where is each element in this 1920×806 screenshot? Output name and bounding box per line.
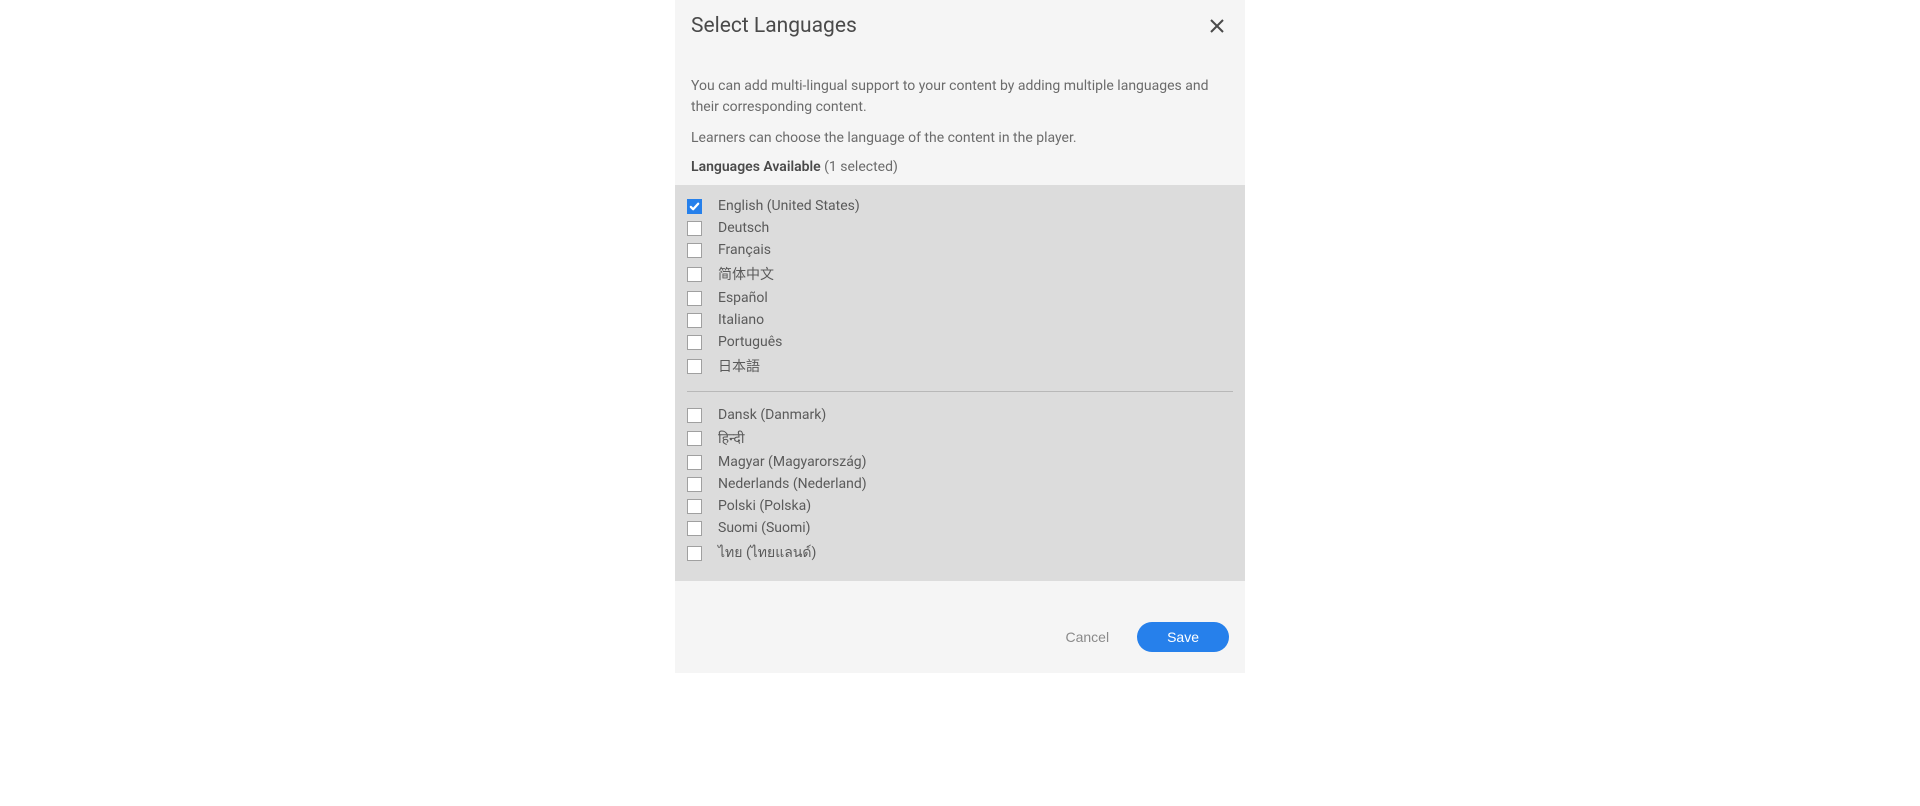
- language-item[interactable]: Polski (Polska): [687, 495, 1233, 517]
- language-label: हिन्दी: [718, 429, 744, 448]
- language-label: Italiano: [718, 312, 764, 328]
- language-checkbox[interactable]: [687, 499, 702, 514]
- language-checkbox[interactable]: [687, 291, 702, 306]
- language-item[interactable]: Nederlands (Nederland): [687, 473, 1233, 495]
- language-checkbox[interactable]: [687, 313, 702, 328]
- language-label: English (United States): [718, 198, 860, 214]
- modal-title: Select Languages: [691, 14, 857, 38]
- close-button[interactable]: [1205, 14, 1229, 38]
- language-checkbox[interactable]: [687, 546, 702, 561]
- language-label: Suomi (Suomi): [718, 520, 811, 536]
- language-checkbox[interactable]: [687, 199, 702, 214]
- language-label: Português: [718, 334, 782, 350]
- language-checkbox[interactable]: [687, 267, 702, 282]
- language-list: English (United States) Deutsch Français 简体…: [675, 185, 1245, 581]
- language-item[interactable]: Italiano: [687, 309, 1233, 331]
- language-checkbox[interactable]: [687, 431, 702, 446]
- language-checkbox[interactable]: [687, 243, 702, 258]
- language-item[interactable]: English (United States): [687, 195, 1233, 217]
- language-item[interactable]: Português: [687, 331, 1233, 353]
- language-item[interactable]: Suomi (Suomi): [687, 517, 1233, 539]
- modal-body: You can add multi-lingual support to you…: [675, 76, 1245, 581]
- language-checkbox[interactable]: [687, 408, 702, 423]
- language-label: Polski (Polska): [718, 498, 811, 514]
- language-checkbox[interactable]: [687, 455, 702, 470]
- description-text-1: You can add multi-lingual support to you…: [691, 76, 1229, 118]
- language-label: Deutsch: [718, 220, 769, 236]
- language-checkbox[interactable]: [687, 477, 702, 492]
- language-item[interactable]: Français: [687, 239, 1233, 261]
- save-button[interactable]: Save: [1137, 622, 1229, 652]
- language-item[interactable]: Deutsch: [687, 217, 1233, 239]
- language-item[interactable]: 日本語: [687, 353, 1233, 379]
- language-label: 日本語: [718, 356, 760, 376]
- language-checkbox[interactable]: [687, 521, 702, 536]
- select-languages-modal: Select Languages You can add multi-lingu…: [675, 0, 1245, 673]
- language-label: Français: [718, 242, 771, 258]
- description-text-2: Learners can choose the language of the …: [691, 128, 1229, 149]
- language-group-divider: [687, 391, 1233, 392]
- languages-available-header: Languages Available (1 selected): [691, 159, 1229, 175]
- modal-header: Select Languages: [675, 0, 1245, 48]
- language-label: Dansk (Danmark): [718, 407, 826, 423]
- language-label: ไทย (ไทยแลนด์): [718, 542, 816, 564]
- languages-available-label: Languages Available: [691, 159, 821, 175]
- language-label: 简体中文: [718, 264, 774, 284]
- selected-count: (1 selected): [824, 159, 898, 175]
- modal-footer: Cancel Save: [675, 581, 1245, 653]
- language-item[interactable]: 简体中文: [687, 261, 1233, 287]
- language-checkbox[interactable]: [687, 221, 702, 236]
- language-label: Español: [718, 290, 768, 306]
- language-label: Nederlands (Nederland): [718, 476, 867, 492]
- language-checkbox[interactable]: [687, 335, 702, 350]
- language-label: Magyar (Magyarország): [718, 454, 867, 470]
- cancel-button[interactable]: Cancel: [1061, 621, 1113, 653]
- language-item[interactable]: ไทย (ไทยแลนด์): [687, 539, 1233, 567]
- language-item[interactable]: Magyar (Magyarország): [687, 451, 1233, 473]
- language-item[interactable]: Dansk (Danmark): [687, 404, 1233, 426]
- language-item[interactable]: Español: [687, 287, 1233, 309]
- language-item[interactable]: हिन्दी: [687, 426, 1233, 451]
- checkmark-icon: [689, 201, 700, 212]
- language-checkbox[interactable]: [687, 359, 702, 374]
- close-icon: [1209, 18, 1225, 34]
